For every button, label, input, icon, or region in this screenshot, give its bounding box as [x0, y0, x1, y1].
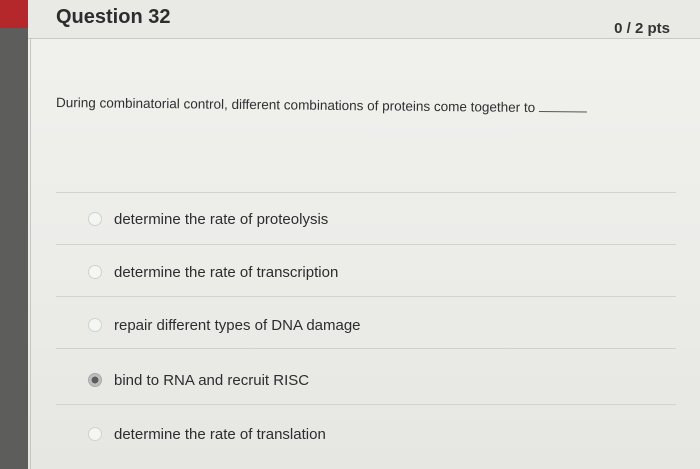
fill-in-blank	[539, 111, 588, 113]
answer-option-4[interactable]: bind to RNA and recruit RISC	[88, 369, 309, 391]
quiz-screen	[28, 0, 700, 469]
radio-button-icon[interactable]	[88, 265, 102, 279]
question-title: Question 32	[56, 6, 171, 28]
answer-label: determine the rate of proteolysis	[114, 210, 329, 228]
answer-label: determine the rate of translation	[114, 425, 326, 443]
answer-option-5[interactable]: determine the rate of translation	[88, 423, 326, 445]
points-score: 0 / 2 pts	[614, 20, 670, 37]
answer-label: bind to RNA and recruit RISC	[114, 371, 310, 389]
answer-option-2[interactable]: determine the rate of transcription	[88, 261, 338, 283]
answer-divider	[56, 348, 676, 349]
radio-button-icon[interactable]	[88, 427, 102, 441]
answer-divider	[56, 404, 676, 405]
answer-option-3[interactable]: repair different types of DNA damage	[88, 314, 361, 336]
answer-label: repair different types of DNA damage	[114, 316, 361, 334]
question-border	[30, 38, 31, 469]
radio-button-selected-icon[interactable]	[88, 373, 102, 387]
answer-divider	[56, 192, 676, 193]
answer-option-1[interactable]: determine the rate of proteolysis	[88, 208, 328, 230]
answer-label: determine the rate of transcription	[114, 263, 339, 281]
answer-divider	[56, 244, 676, 245]
radio-button-icon[interactable]	[88, 212, 102, 226]
radio-button-icon[interactable]	[88, 318, 102, 332]
answer-divider	[56, 296, 676, 297]
